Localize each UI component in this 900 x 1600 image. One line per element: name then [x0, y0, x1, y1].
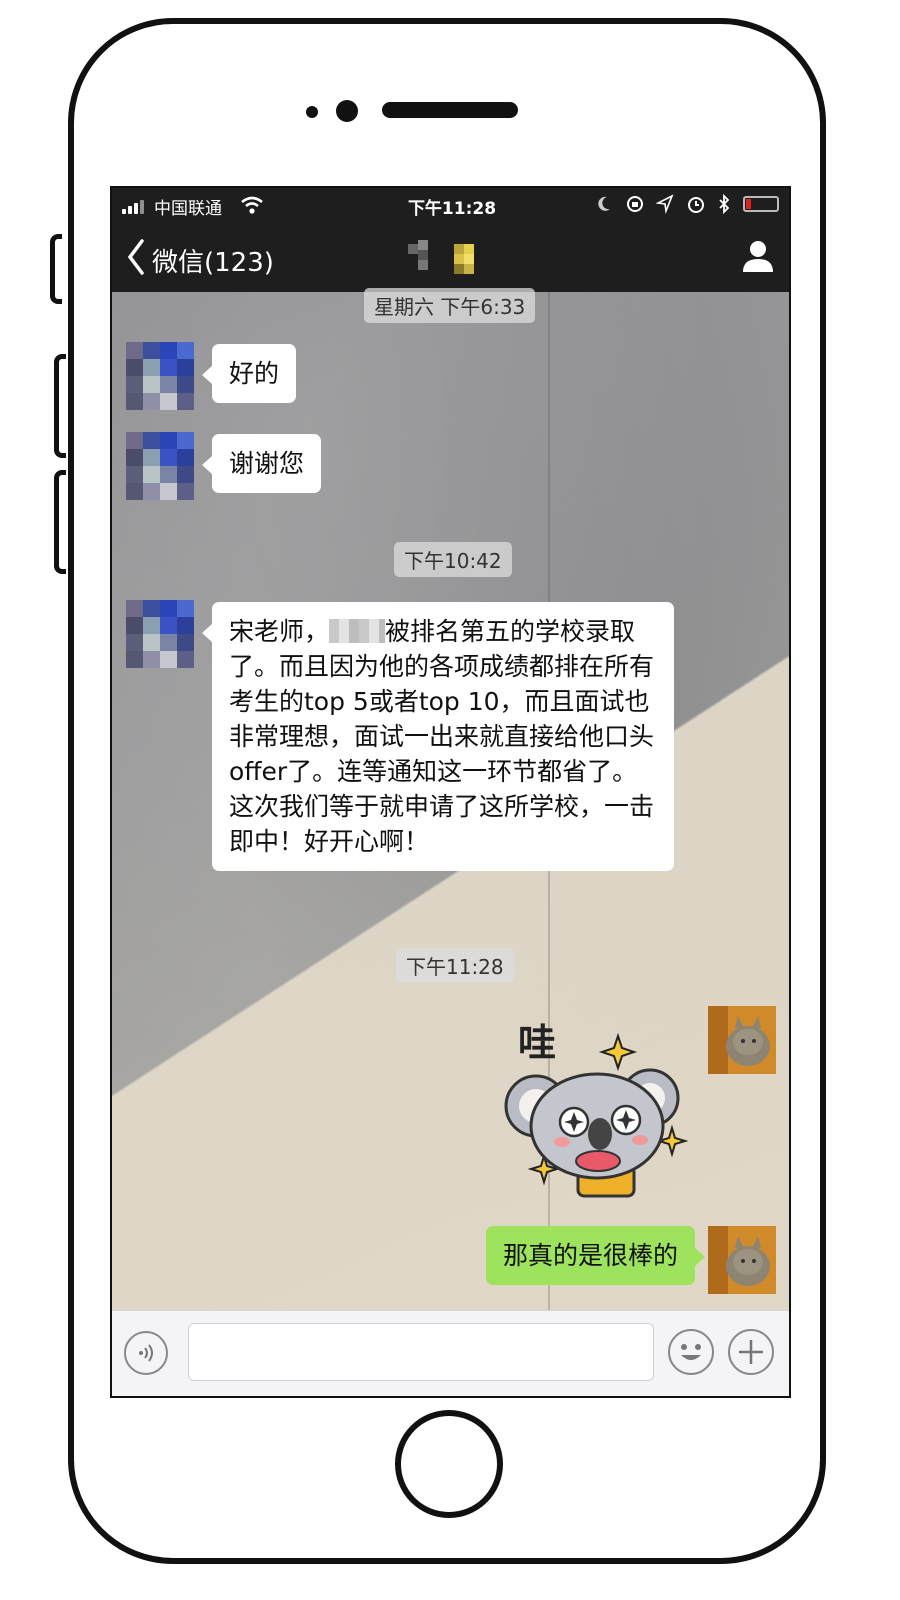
my-avatar[interactable]: [708, 1226, 776, 1294]
sticker-text: 哇: [518, 1021, 556, 1065]
smiley-icon: [681, 1344, 701, 1360]
koala-wow-sticker[interactable]: 哇: [500, 1016, 694, 1202]
status-bar: 中国联通 下午11:28: [112, 188, 789, 222]
incoming-message-bubble[interactable]: 谢谢您: [201, 434, 322, 493]
back-chevron-icon[interactable]: [124, 237, 148, 277]
nav-bar: 微信(123): [112, 222, 789, 292]
voice-input-button[interactable]: [124, 1331, 168, 1375]
blurred-student-name: [329, 619, 386, 643]
volume-up-button: [54, 354, 66, 458]
signal-icon: [122, 198, 150, 214]
battery-level: [746, 199, 751, 209]
bluetooth-icon: [719, 193, 730, 215]
emoji-button[interactable]: [668, 1329, 714, 1375]
incoming-message-bubble[interactable]: 宋老师， 被排名第五的学校录取了。而且因为他的各项成绩都排在所有考生的top 5或…: [202, 602, 674, 871]
plus-icon: [739, 1340, 763, 1364]
chat-area: 星期六 下午6:33 好的 谢谢您 下午10:42 宋老师， 被排名第五的学校录…: [112, 288, 789, 1310]
message-text-rest: 被排名第五的学校录取了。而且因为他的各项成绩都排在所有考生的top 5或者top…: [229, 617, 655, 856]
more-options-button[interactable]: [728, 1329, 774, 1375]
message-input[interactable]: [188, 1323, 654, 1381]
voice-icon: [139, 1344, 153, 1362]
contact-name-pixelated: [408, 240, 488, 274]
phone-screen: 中国联通 下午11:28 微信(123) 星期六 下午6:33 好的 谢谢您 下…: [110, 186, 791, 1398]
alarm-icon: [687, 197, 704, 213]
input-bar: [112, 1310, 789, 1396]
contact-avatar[interactable]: [126, 432, 194, 500]
carrier-name: 中国联通: [154, 199, 222, 219]
outgoing-message-bubble[interactable]: 那真的是很棒的: [485, 1226, 706, 1285]
contact-avatar[interactable]: [126, 342, 194, 410]
volume-down-button: [54, 470, 66, 574]
front-camera: [336, 100, 358, 122]
message-text-start: 宋老师，: [229, 617, 330, 646]
sensor-dot: [306, 106, 318, 118]
incoming-message-bubble[interactable]: 好的: [201, 344, 297, 403]
status-icons: [595, 193, 731, 216]
wifi-icon: [241, 196, 263, 214]
timestamp: 下午11:28: [396, 948, 514, 983]
status-time: 下午11:28: [407, 199, 497, 219]
person-icon[interactable]: [741, 238, 775, 274]
moon-icon: [598, 196, 611, 211]
contact-avatar[interactable]: [126, 600, 194, 668]
orientation-lock-icon: [626, 196, 643, 212]
timestamp: 星期六 下午6:33: [364, 288, 536, 323]
home-button[interactable]: [395, 1410, 503, 1518]
back-button-label[interactable]: 微信(123): [152, 242, 274, 279]
battery-icon: [743, 196, 779, 212]
location-icon: [655, 194, 674, 215]
timestamp: 下午10:42: [394, 542, 512, 577]
my-avatar[interactable]: [708, 1006, 776, 1074]
earpiece-speaker: [382, 102, 518, 118]
mute-switch: [50, 234, 62, 304]
